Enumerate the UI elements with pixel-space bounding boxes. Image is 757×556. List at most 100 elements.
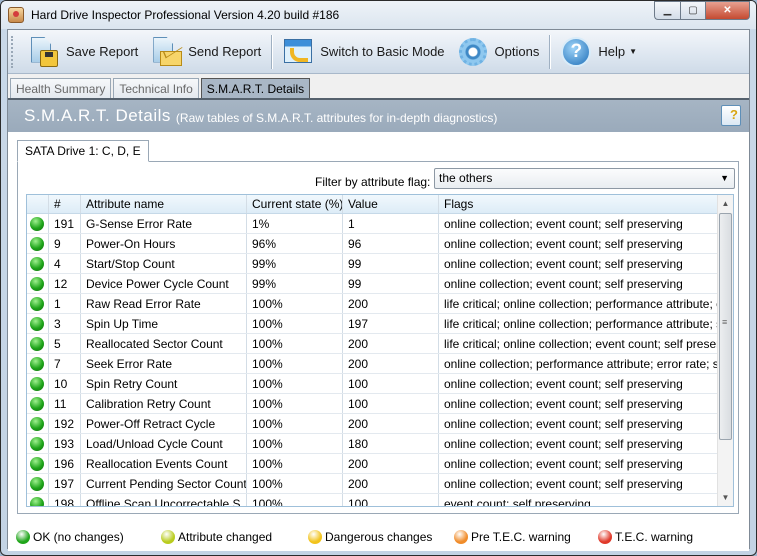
help-label: Help: [598, 44, 626, 59]
current-state: 100%: [247, 354, 343, 373]
table-row[interactable]: 12 Device Power Cycle Count 99% 99 online co…: [27, 274, 733, 294]
legend-label: Pre T.E.C. warning: [471, 530, 571, 544]
ok-status-icon: [30, 336, 44, 351]
column-header-flags[interactable]: Flags: [439, 195, 722, 213]
tab-smart-details[interactable]: S.M.A.R.T. Details: [200, 78, 311, 100]
attribute-id: 7: [49, 354, 81, 373]
status-cell: [27, 294, 49, 313]
table-row[interactable]: 4 Start/Stop Count 99% 99 online collection;…: [27, 254, 733, 274]
legend-dangerous-changes: Dangerous changes: [308, 530, 432, 544]
status-cell: [27, 354, 49, 373]
status-legend: OK (no changes) Attribute changed Danger…: [8, 523, 749, 551]
table-row[interactable]: 9 Power-On Hours 96% 96 online collection; e…: [27, 234, 733, 254]
attribute-name: Load/Unload Cycle Count: [81, 434, 247, 453]
attribute-id: 197: [49, 474, 81, 493]
page-header: S.M.A.R.T. Details (Raw tables of S.M.A.…: [8, 100, 749, 132]
save-report-button[interactable]: Save Report: [22, 33, 144, 71]
attribute-flags: life critical; online collection; perfor…: [444, 296, 722, 311]
table-row[interactable]: 5 Reallocated Sector Count 100% 200 life cri…: [27, 334, 733, 354]
attribute-flags: online collection; event count; self pre…: [444, 276, 683, 291]
scrollbar-thumb[interactable]: [719, 213, 732, 440]
maximize-button[interactable]: ▢: [680, 1, 706, 20]
attribute-name: Calibration Retry Count: [81, 394, 247, 413]
current-state: 100%: [247, 314, 343, 333]
orange-status-icon: [454, 530, 468, 544]
legend-label: Dangerous changes: [325, 530, 433, 544]
status-cell: [27, 394, 49, 413]
current-state: 100%: [247, 374, 343, 393]
table-row[interactable]: 192 Power-Off Retract Cycle 100% 200 online …: [27, 414, 733, 434]
close-button[interactable]: ✕: [706, 1, 750, 20]
ok-status-icon: [30, 476, 44, 491]
send-report-icon: [150, 36, 183, 68]
status-cell: [27, 234, 49, 253]
help-icon: ?: [560, 36, 592, 68]
table-row[interactable]: 1 Raw Read Error Rate 100% 200 life critical…: [27, 294, 733, 314]
table-row[interactable]: 193 Load/Unload Cycle Count 100% 180 online …: [27, 434, 733, 454]
attribute-name: Seek Error Rate: [81, 354, 247, 373]
column-header-attribute-name[interactable]: Attribute name: [81, 195, 247, 213]
attribute-id: 192: [49, 414, 81, 433]
title-bar[interactable]: Hard Drive Inspector Professional Versio…: [1, 1, 756, 29]
attribute-flags: life critical; online collection; event …: [444, 336, 722, 351]
scroll-up-icon[interactable]: ▲: [718, 195, 733, 212]
status-cell: [27, 314, 49, 333]
page-subtitle: (Raw tables of S.M.A.R.T. attributes for…: [175, 110, 498, 125]
current-state: 99%: [247, 254, 343, 273]
ok-status-icon: [30, 296, 44, 311]
attribute-value: 200: [343, 414, 439, 433]
column-header-id[interactable]: #: [49, 195, 81, 213]
context-help-icon[interactable]: [721, 105, 741, 126]
scroll-down-icon[interactable]: ▼: [718, 489, 733, 506]
attribute-flags: online collection; event count; self pre…: [444, 456, 683, 471]
attribute-name: G-Sense Error Rate: [81, 214, 247, 233]
attribute-value: 99: [343, 274, 439, 293]
smart-details-page: S.M.A.R.T. Details (Raw tables of S.M.A.…: [8, 98, 749, 551]
ok-status-icon: [30, 436, 44, 451]
vertical-scrollbar[interactable]: ▲ ▼: [717, 195, 733, 506]
tab-health-summary[interactable]: Health Summary: [10, 78, 112, 99]
attribute-id: 198: [49, 494, 81, 506]
table-row[interactable]: 196 Reallocation Events Count 100% 200 onlin…: [27, 454, 733, 474]
table-row[interactable]: 197 Current Pending Sector Count 100% 200 on…: [27, 474, 733, 494]
page-title: S.M.A.R.T. Details: [24, 106, 171, 125]
minimize-button[interactable]: ▁: [654, 1, 680, 20]
chevron-down-icon: ▼: [720, 173, 729, 183]
attribute-id: 196: [49, 454, 81, 473]
table-row[interactable]: 10 Spin Retry Count 100% 100 online collecti…: [27, 374, 733, 394]
attribute-flags: online collection; event count; self pre…: [444, 416, 683, 431]
toolbar: Save Report Send Report Switch to Basic …: [8, 30, 749, 74]
attribute-value: 100: [343, 494, 439, 506]
app-icon: [8, 7, 24, 23]
switch-basic-mode-button[interactable]: Switch to Basic Mode: [276, 33, 450, 71]
table-row[interactable]: 198 Offline Scan Uncorrectable S... 100% 10…: [27, 494, 733, 506]
attribute-name: Raw Read Error Rate: [81, 294, 247, 313]
attribute-name: Current Pending Sector Count: [81, 474, 247, 493]
table-row[interactable]: 191 G-Sense Error Rate 1% 1 online collectio…: [27, 214, 733, 234]
tab-technical-info[interactable]: Technical Info: [113, 78, 199, 99]
status-cell: [27, 474, 49, 493]
smart-attributes-table: # Attribute name Current state (%) Value…: [26, 194, 734, 507]
yellow-green-status-icon: [161, 530, 175, 544]
send-report-button[interactable]: Send Report: [144, 33, 267, 71]
attribute-id: 4: [49, 254, 81, 273]
table-row[interactable]: 3 Spin Up Time 100% 197 life critical; onlin…: [27, 314, 733, 334]
tab-sata-drive-1[interactable]: SATA Drive 1: C, D, E: [17, 140, 149, 162]
filter-dropdown[interactable]: the others ▼: [434, 168, 735, 189]
column-header-value[interactable]: Value: [343, 195, 439, 213]
toolbar-separator: [549, 34, 551, 69]
legend-attribute-changed: Attribute changed: [161, 530, 272, 544]
table-row[interactable]: 7 Seek Error Rate 100% 200 online collection…: [27, 354, 733, 374]
column-header-status[interactable]: [27, 195, 49, 213]
legend-label: T.E.C. warning: [615, 530, 694, 544]
ok-status-icon: [30, 496, 44, 506]
attribute-value: 100: [343, 374, 439, 393]
ok-status-icon: [30, 236, 44, 251]
column-header-current-state[interactable]: Current state (%): [247, 195, 343, 213]
toolbar-grip[interactable]: [11, 36, 14, 68]
help-button[interactable]: ? Help ▼: [554, 33, 643, 71]
ok-status-icon: [30, 256, 44, 271]
table-row[interactable]: 11 Calibration Retry Count 100% 100 online c…: [27, 394, 733, 414]
options-button[interactable]: Options: [451, 33, 546, 71]
legend-pre-tec-warning: Pre T.E.C. warning: [454, 530, 571, 544]
